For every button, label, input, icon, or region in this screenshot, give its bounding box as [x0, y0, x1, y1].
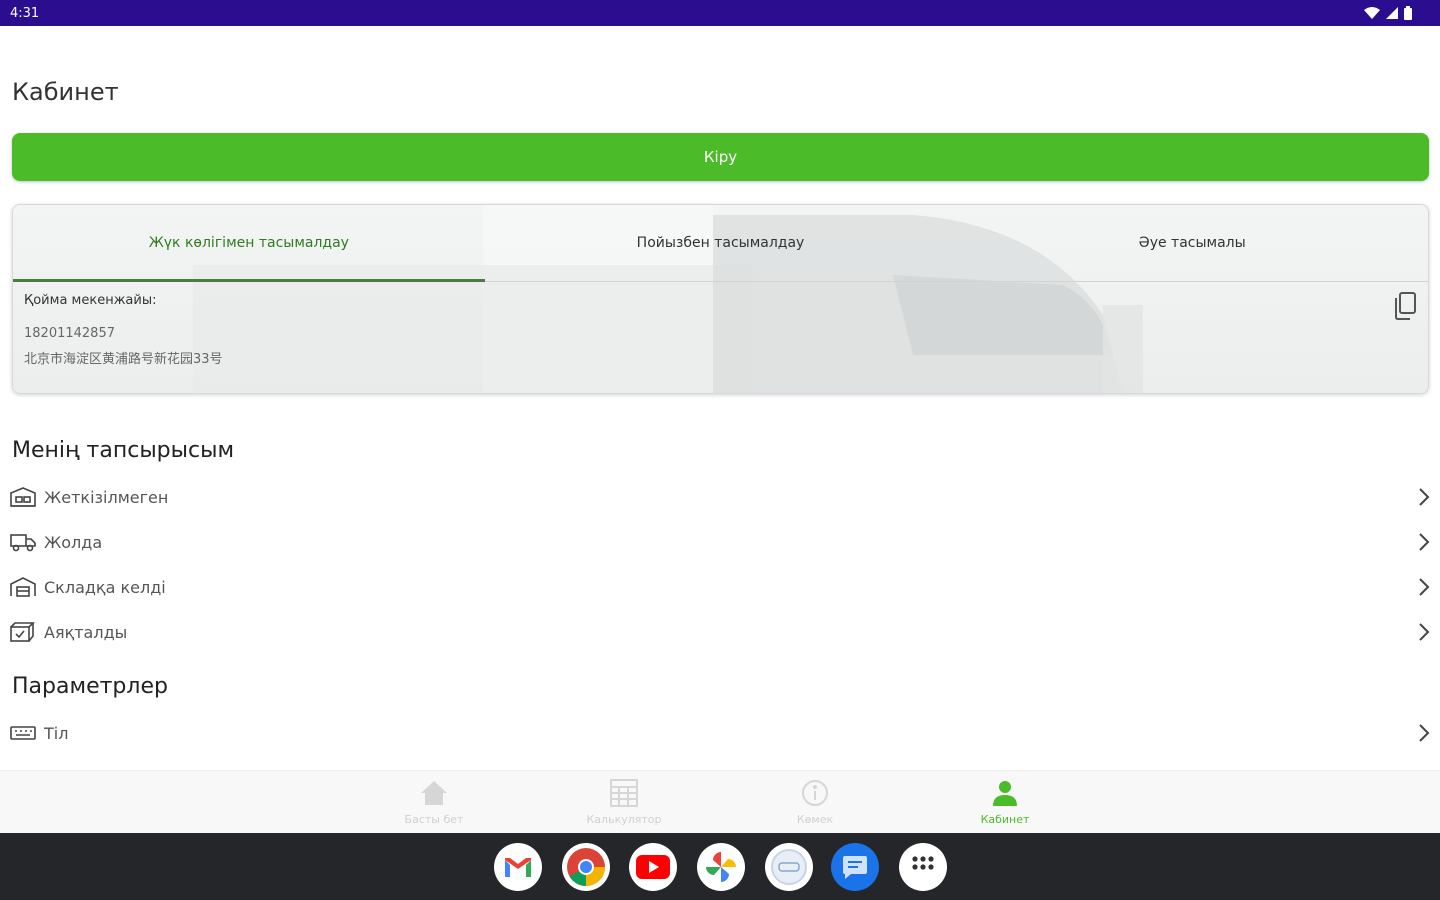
nav-label: Басты бет — [404, 813, 464, 826]
chevron-right-icon — [1414, 486, 1434, 508]
app-drawer-icon[interactable] — [899, 843, 947, 891]
nav-label: Калькулятор — [586, 813, 662, 826]
warehouse-icon — [10, 486, 38, 508]
order-item-label: Аяқталды — [44, 622, 128, 642]
login-button[interactable]: Кіру — [12, 133, 1429, 181]
page-title: Кабинет — [12, 78, 119, 106]
signal-icon — [1386, 7, 1398, 19]
address-text: 北京市海淀区黄浦路号新花园33号 — [24, 352, 223, 367]
warehouse-address-card: Жүк көлігімен тасымалдау Пойызбен тасыма… — [12, 204, 1429, 394]
camera-icon[interactable] — [765, 843, 813, 891]
status-icons — [1364, 6, 1412, 20]
chevron-right-icon — [1414, 722, 1434, 744]
order-item-in-transit[interactable]: Жолда — [10, 522, 1434, 562]
calculator-icon — [610, 777, 638, 809]
keyboard-icon — [10, 722, 38, 744]
person-icon — [991, 777, 1019, 809]
box-check-icon — [10, 621, 38, 643]
order-item-arrived-warehouse[interactable]: Складқа келді — [10, 567, 1434, 607]
address-phone: 18201142857 — [24, 326, 115, 341]
bottom-navigation: Басты бет Калькулятор Көмек Кабинет — [0, 770, 1440, 833]
transport-tab-bar: Жүк көлігімен тасымалдау Пойызбен тасыма… — [13, 205, 1428, 282]
status-bar: 4:31 — [0, 0, 1440, 26]
storage-icon — [10, 576, 38, 598]
order-item-label: Жолда — [44, 532, 103, 552]
photos-icon[interactable] — [697, 843, 745, 891]
battery-icon — [1404, 6, 1412, 20]
nav-home[interactable]: Басты бет — [364, 777, 504, 831]
order-item-label: Складқа келді — [44, 577, 166, 597]
truck-icon — [10, 531, 38, 553]
settings-section-title: Параметрлер — [12, 674, 168, 699]
status-time: 4:31 — [10, 5, 40, 21]
chevron-right-icon — [1414, 576, 1434, 598]
nav-label: Көмек — [796, 813, 834, 826]
tab-air-transport[interactable]: Әуе тасымалы — [956, 205, 1428, 281]
nav-label: Кабинет — [980, 813, 1030, 826]
chevron-right-icon — [1414, 621, 1434, 643]
messages-icon[interactable] — [831, 843, 879, 891]
info-icon — [801, 777, 829, 809]
orders-section-title: Менің тапсырысым — [12, 438, 235, 463]
copy-icon[interactable] — [1390, 289, 1420, 323]
address-label: Қойма мекенжайы: — [24, 293, 157, 308]
order-item-label: Жеткізілмеген — [44, 487, 169, 507]
nav-cabinet[interactable]: Кабинет — [935, 777, 1075, 831]
order-item-completed[interactable]: Аяқталды — [10, 612, 1434, 652]
tab-truck-transport[interactable]: Жүк көлігімен тасымалдау — [13, 205, 485, 282]
settings-item-language[interactable]: Тіл — [10, 713, 1434, 753]
settings-item-label: Тіл — [44, 723, 69, 743]
wifi-icon — [1364, 7, 1380, 19]
order-item-not-delivered[interactable]: Жеткізілмеген — [10, 477, 1434, 517]
nav-help[interactable]: Көмек — [745, 777, 885, 831]
tab-train-transport[interactable]: Пойызбен тасымалдау — [485, 205, 957, 281]
system-taskbar — [0, 833, 1440, 900]
nav-calculator[interactable]: Калькулятор — [554, 777, 694, 831]
home-icon — [420, 777, 448, 809]
chevron-right-icon — [1414, 531, 1434, 553]
chrome-icon[interactable] — [562, 843, 610, 891]
gmail-icon[interactable] — [494, 843, 542, 891]
youtube-icon[interactable] — [629, 843, 677, 891]
